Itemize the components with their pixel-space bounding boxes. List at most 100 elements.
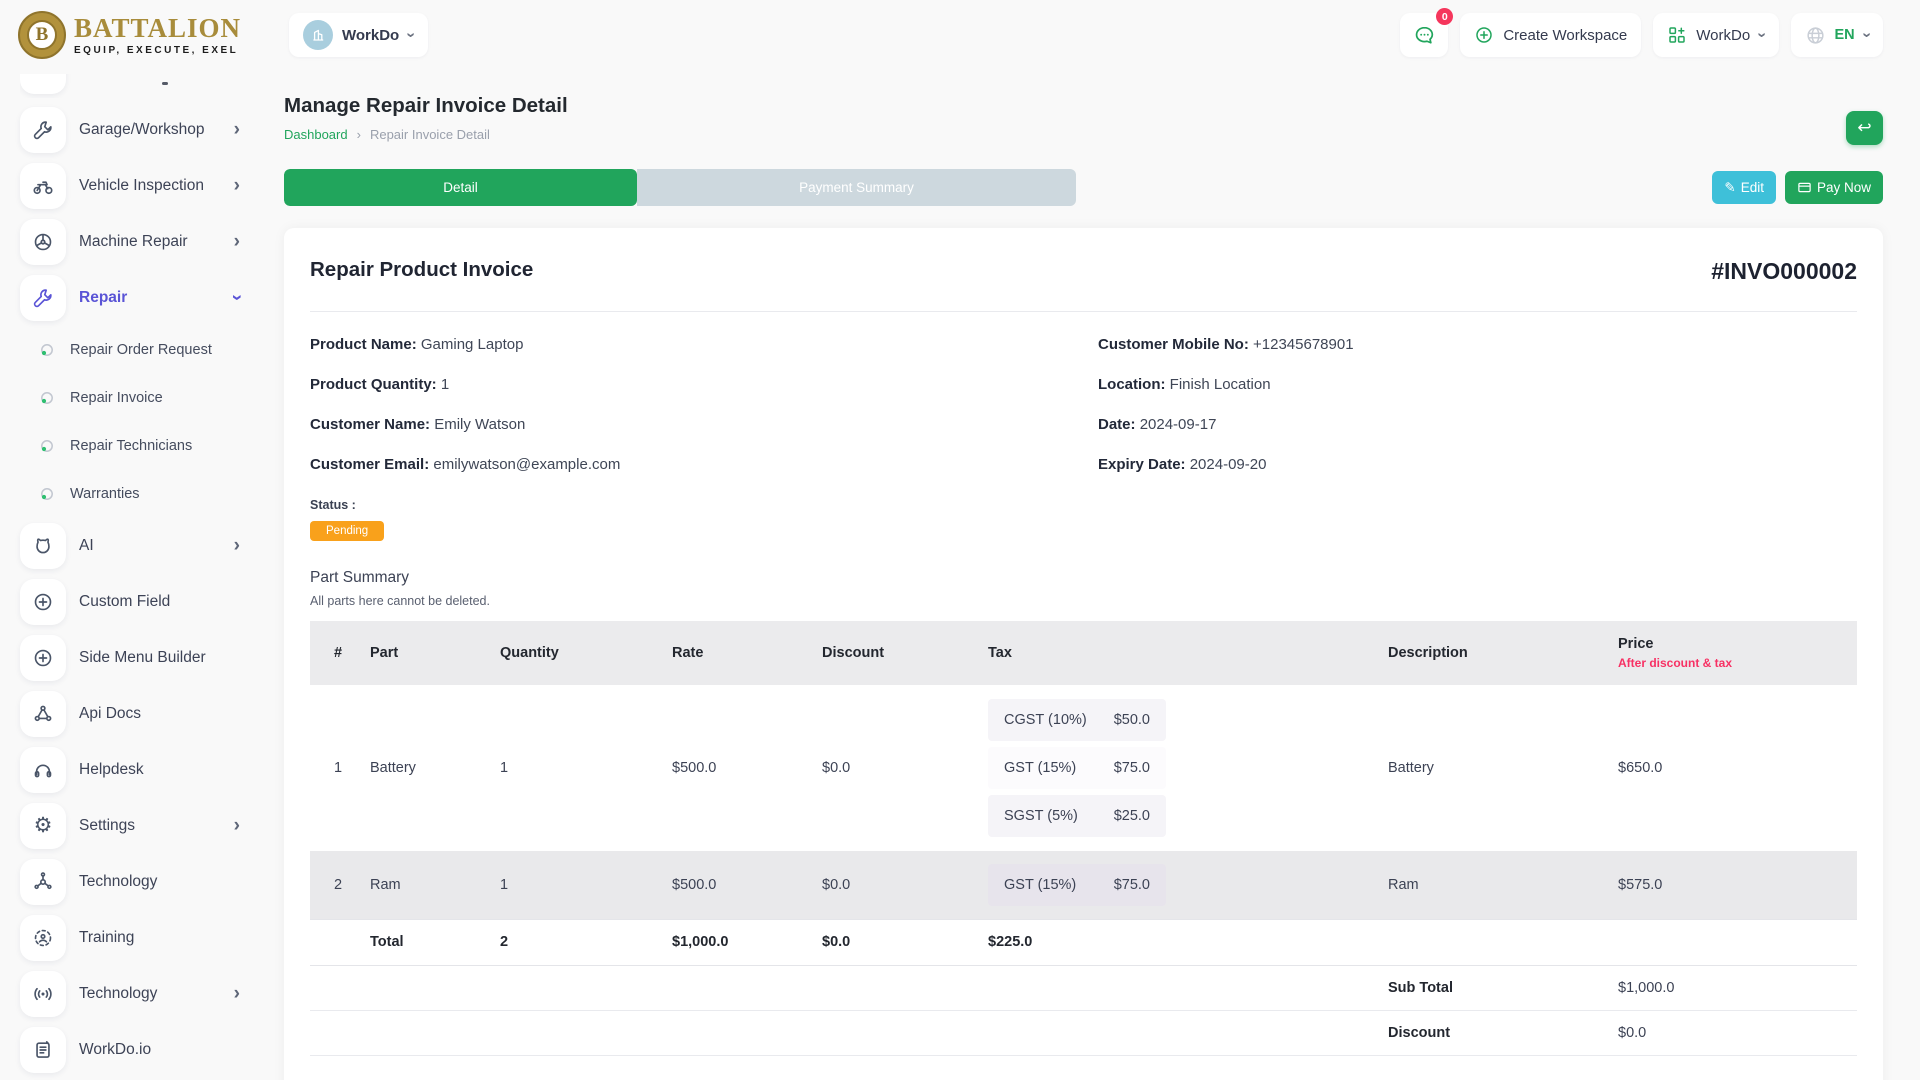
status-label: Status : xyxy=(310,498,1857,512)
sidebar-item-label: Helpdesk xyxy=(79,761,240,779)
discount-row: Discount $0.0 xyxy=(310,1010,1857,1055)
field-customer-email: Customer Email: emilywatson@example.com xyxy=(310,456,1098,473)
sidebar-item-label: Vehicle Inspection xyxy=(79,177,234,195)
language-selector[interactable]: EN › xyxy=(1791,13,1883,57)
chevron-right-icon: › xyxy=(234,536,240,555)
sidebar-nav: Garage/Workshop › Vehicle Inspection › M… xyxy=(0,70,280,1080)
sidebar-item-vehicle-inspection[interactable]: Vehicle Inspection › xyxy=(20,162,240,209)
credit-card-icon xyxy=(1797,180,1812,195)
wrench-icon xyxy=(20,275,66,321)
sidebar-subitem-repair-order-request[interactable]: Repair Order Request xyxy=(38,330,240,370)
col-header-rate: Rate xyxy=(672,621,822,685)
language-code: EN xyxy=(1835,27,1855,43)
headphones-icon xyxy=(20,747,66,793)
sidebar-subitem-repair-invoice[interactable]: Repair Invoice xyxy=(38,378,240,418)
sidebar-item-technology-hub[interactable]: Technology xyxy=(20,858,240,905)
tab-payment-summary[interactable]: Payment Summary xyxy=(637,169,1076,206)
edit-button[interactable]: ✎Edit xyxy=(1712,171,1776,204)
sidebar-item-label: Custom Field xyxy=(79,593,240,611)
broadcast-icon xyxy=(20,971,66,1017)
breadcrumb-separator: › xyxy=(357,127,361,142)
divider xyxy=(310,311,1857,312)
table-total-row: Total 2 $1,000.0 $0.0 $225.0 xyxy=(310,919,1857,965)
sidebar-item-label: Machine Repair xyxy=(79,233,234,251)
sidebar-item-settings[interactable]: ⚙ Settings › xyxy=(20,802,240,849)
chevron-down-icon: › xyxy=(227,294,246,300)
sidebar-item-label: Technology xyxy=(79,873,240,891)
ai-cat-icon xyxy=(20,523,66,569)
messenger-button[interactable]: 0 xyxy=(1400,13,1448,57)
sidebar-item-workdo-io[interactable]: WorkDo.io xyxy=(20,1026,240,1073)
news-icon xyxy=(20,1027,66,1073)
chevron-right-icon: › xyxy=(234,232,240,251)
sidebar-item-repair[interactable]: Repair › xyxy=(20,274,240,321)
chevron-right-icon: › xyxy=(234,120,240,139)
app-root: B BATTALION EQUIP, EXECUTE, EXEL Garage/… xyxy=(0,0,1920,1080)
sidebar-item-label: Api Docs xyxy=(79,705,240,723)
chevron-right-icon: › xyxy=(234,816,240,835)
sidebar-item-label: Side Menu Builder xyxy=(79,649,240,667)
sidebar-subitem-warranties[interactable]: Warranties xyxy=(38,474,240,514)
chevron-down-icon: › xyxy=(1754,32,1770,37)
create-workspace-button[interactable]: Create Workspace xyxy=(1460,13,1641,57)
page-content: Manage Repair Invoice Detail Dashboard ›… xyxy=(280,70,1920,1080)
workspace-selector[interactable]: WorkDo › xyxy=(289,13,428,57)
circle-dot-icon xyxy=(38,437,56,455)
breadcrumb: Dashboard › Repair Invoice Detail xyxy=(284,127,1883,142)
tab-detail[interactable]: Detail xyxy=(284,169,637,206)
chevron-right-icon: › xyxy=(234,984,240,1003)
hub-icon xyxy=(20,859,66,905)
sidebar: B BATTALION EQUIP, EXECUTE, EXEL Garage/… xyxy=(0,0,280,1080)
field-product-quantity: Product Quantity: 1 xyxy=(310,376,1098,393)
circle-plus-icon xyxy=(20,579,66,625)
sidebar-item-training[interactable]: Training xyxy=(20,914,240,961)
sidebar-item-side-menu-builder[interactable]: Side Menu Builder xyxy=(20,634,240,681)
field-expiry-date: Expiry Date: 2024-09-20 xyxy=(1098,456,1857,473)
gear-icon: ⚙ xyxy=(20,803,66,849)
breadcrumb-dashboard-link[interactable]: Dashboard xyxy=(284,127,348,142)
chevron-right-icon: › xyxy=(234,176,240,195)
pay-now-button[interactable]: Pay Now xyxy=(1785,171,1883,204)
brand-logo: B BATTALION EQUIP, EXECUTE, EXEL xyxy=(0,0,280,70)
sidebar-item-api-docs[interactable]: Api Docs xyxy=(20,690,240,737)
subtotal-row: Sub Total $1,000.0 xyxy=(310,965,1857,1010)
field-date: Date: 2024-09-17 xyxy=(1098,416,1857,433)
circle-dot-icon xyxy=(38,341,56,359)
circle-plus-icon xyxy=(20,635,66,681)
total-label: Total xyxy=(370,919,500,965)
part-summary-title: Part Summary xyxy=(310,569,1857,587)
table-row: 2 Ram 1 $500.0 $0.0 GST (15%)$75.0 Ram $… xyxy=(310,851,1857,919)
wrench-icon xyxy=(20,107,66,153)
wheel-icon xyxy=(20,219,66,265)
status-badge: Pending xyxy=(310,521,384,541)
sidebar-item-helpdesk[interactable]: Helpdesk xyxy=(20,746,240,793)
sidebar-item-garage-workshop[interactable]: Garage/Workshop › xyxy=(20,106,240,153)
sidebar-item-custom-field[interactable]: Custom Field xyxy=(20,578,240,625)
tax-chip: GST (15%)$75.0 xyxy=(988,864,1166,906)
brand-name: BATTALION xyxy=(74,15,241,42)
sidebar-item-technology-broadcast[interactable]: Technology › xyxy=(20,970,240,1017)
workspace-menu-button[interactable]: WorkDo › xyxy=(1653,13,1778,57)
breadcrumb-current: Repair Invoice Detail xyxy=(370,127,490,142)
back-button[interactable]: ↩ xyxy=(1846,111,1883,145)
page-title: Manage Repair Invoice Detail xyxy=(284,94,1883,118)
sidebar-item-machine-repair[interactable]: Machine Repair › xyxy=(20,218,240,265)
sidebar-subitem-repair-technicians[interactable]: Repair Technicians xyxy=(38,426,240,466)
building-icon xyxy=(303,20,333,50)
col-header-quantity: Quantity xyxy=(500,621,672,685)
sidebar-item-label: WorkDo.io xyxy=(79,1041,240,1059)
return-arrow-icon: ↩ xyxy=(1857,118,1871,138)
table-row: 1 Battery 1 $500.0 $0.0 CGST (10%)$50.0 … xyxy=(310,685,1857,851)
sidebar-item-ai[interactable]: AI › xyxy=(20,522,240,569)
field-product-name: Product Name: Gaming Laptop xyxy=(310,336,1098,353)
col-header-discount: Discount xyxy=(822,621,988,685)
sidebar-item-label: Garage/Workshop xyxy=(79,121,234,139)
tax-chip: SGST (5%)$25.0 xyxy=(988,795,1166,837)
tabs-row: Detail Payment Summary ✎Edit Pay Now xyxy=(284,169,1883,206)
part-summary-note: All parts here cannot be deleted. xyxy=(310,594,1857,608)
tax-chip: GST (15%)$75.0 xyxy=(988,747,1166,789)
motorcycle-icon xyxy=(20,163,66,209)
invoice-number: #INVO000002 xyxy=(1711,258,1857,285)
chat-bubble-icon xyxy=(1413,24,1436,47)
sidebar-item-label: Training xyxy=(79,929,240,947)
